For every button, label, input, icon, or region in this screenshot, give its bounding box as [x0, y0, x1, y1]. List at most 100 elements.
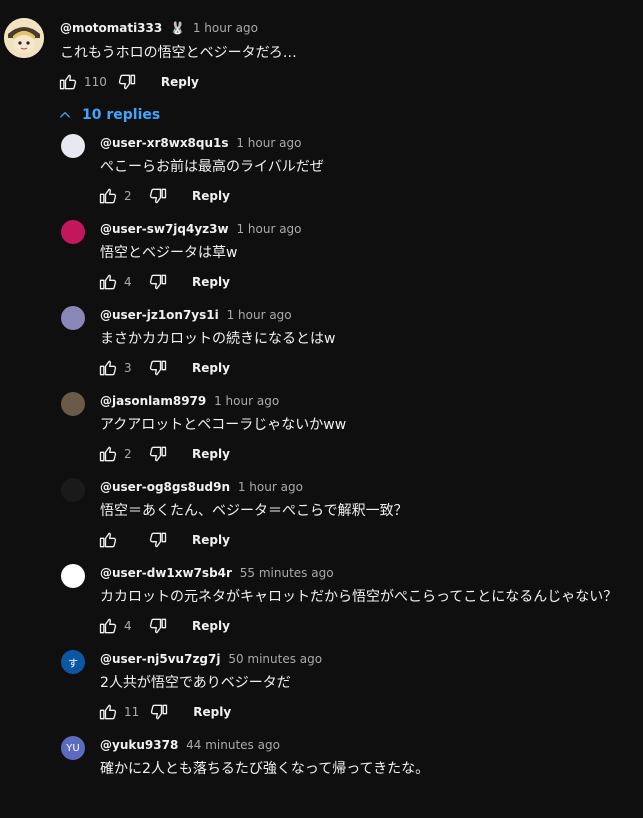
- comment-author[interactable]: @user-jz1on7ys1i: [100, 308, 219, 322]
- reply-comment: @user-xr8wx8qu1s 1 hour ago ぺこーらお前は最高のライ…: [0, 130, 643, 216]
- thumbs-down-icon: [118, 74, 136, 90]
- avatar-illustration-icon: [4, 18, 44, 58]
- like-button[interactable]: [96, 614, 120, 638]
- thumbs-up-icon: [99, 274, 117, 290]
- comment-author[interactable]: @motomati333: [60, 21, 162, 35]
- reply-button[interactable]: Reply: [192, 275, 230, 289]
- comment-time[interactable]: 1 hour ago: [236, 136, 301, 150]
- chevron-up-icon: [59, 111, 71, 118]
- avatar[interactable]: [61, 392, 85, 416]
- like-count: 110: [84, 75, 107, 89]
- comment-actions: 11 Reply: [96, 700, 231, 724]
- comment-actions: 4 Reply: [96, 270, 230, 294]
- thumbs-down-icon: [149, 446, 167, 462]
- comment-time[interactable]: 1 hour ago: [227, 308, 292, 322]
- avatar[interactable]: [61, 564, 85, 588]
- dislike-button[interactable]: [146, 442, 170, 466]
- comment-actions: Reply: [96, 528, 230, 552]
- reply-comment: @user-dw1xw7sb4r 55 minutes ago カカロットの元ネ…: [0, 560, 643, 646]
- reply-comment: す @user-nj5vu7zg7j 50 minutes ago 2人共が悟空…: [0, 646, 643, 732]
- comment-text: ぺこーらお前は最高のライバルだぜ: [100, 159, 324, 175]
- comment-time[interactable]: 50 minutes ago: [228, 652, 322, 666]
- reply-button[interactable]: Reply: [192, 189, 230, 203]
- comment-text: 悟空＝あくたん、ベジータ＝ぺこらで解釈一致？: [100, 503, 408, 519]
- thumbs-down-icon: [149, 532, 167, 548]
- dislike-button[interactable]: [146, 614, 170, 638]
- thumbs-down-icon: [151, 704, 168, 720]
- avatar[interactable]: す: [61, 650, 85, 674]
- like-button[interactable]: [96, 270, 120, 294]
- thumbs-down-icon: [149, 618, 167, 634]
- comment-text: 2人共が悟空でありベジータだ: [100, 675, 291, 691]
- avatar[interactable]: [61, 134, 85, 158]
- comment-text: まさかカカロットの続きになるとはw: [100, 331, 336, 347]
- reply-comment: @user-sw7jq4yz3w 1 hour ago 悟空とベジータは草w 4…: [0, 216, 643, 302]
- like-count: 4: [124, 275, 132, 289]
- comment-header: @user-xr8wx8qu1s 1 hour ago: [100, 136, 301, 150]
- like-button[interactable]: [96, 184, 120, 208]
- thumbs-up-icon: [99, 704, 117, 720]
- comment-author[interactable]: @jasonlam8979: [100, 394, 206, 408]
- thumbs-up-icon: [99, 188, 117, 204]
- reply-comment: YU @yuku9378 44 minutes ago 確かに2人とも落ちるたび…: [0, 732, 643, 818]
- like-count: 4: [124, 619, 132, 633]
- replies-toggle-button[interactable]: 10 replies: [58, 104, 160, 126]
- dislike-button[interactable]: [146, 356, 170, 380]
- avatar[interactable]: [61, 306, 85, 330]
- thumbs-up-icon: [99, 360, 117, 376]
- avatar[interactable]: [61, 478, 85, 502]
- comment-actions: 2 Reply: [96, 184, 230, 208]
- thumbs-up-icon: [59, 74, 77, 90]
- thumbs-up-icon: [99, 532, 117, 548]
- like-count: 11: [124, 705, 140, 719]
- dislike-button[interactable]: [146, 184, 170, 208]
- like-count: 2: [124, 189, 132, 203]
- avatar[interactable]: [61, 220, 85, 244]
- avatar[interactable]: [4, 18, 44, 58]
- like-button[interactable]: [96, 528, 120, 552]
- comment-text: アクアロットとペコーラじゃないかww: [100, 417, 347, 433]
- comment-header: @jasonlam8979 1 hour ago: [100, 394, 279, 408]
- comment-time[interactable]: 55 minutes ago: [240, 566, 334, 580]
- like-button[interactable]: [56, 70, 80, 94]
- comment-author[interactable]: @user-nj5vu7zg7j: [100, 652, 220, 666]
- comment-time[interactable]: 1 hour ago: [193, 21, 258, 35]
- comment-author[interactable]: @user-og8gs8ud9n: [100, 480, 230, 494]
- reply-button[interactable]: Reply: [193, 705, 231, 719]
- comment-text: カカロットの元ネタがキャロットだから悟空がぺこらってことになるんじゃない？: [100, 589, 618, 605]
- like-button[interactable]: [96, 442, 120, 466]
- reply-button[interactable]: Reply: [192, 619, 230, 633]
- comment-time[interactable]: 1 hour ago: [214, 394, 279, 408]
- avatar[interactable]: YU: [61, 736, 85, 760]
- comment-time[interactable]: 1 hour ago: [236, 222, 301, 236]
- comment-actions: 2 Reply: [96, 442, 230, 466]
- like-count: 2: [124, 447, 132, 461]
- comment-author[interactable]: @user-dw1xw7sb4r: [100, 566, 232, 580]
- avatar-initial: す: [68, 658, 78, 670]
- dislike-button[interactable]: [146, 270, 170, 294]
- like-button[interactable]: [96, 700, 120, 724]
- comment-header: @motomati333 🐰 1 hour ago: [60, 21, 258, 35]
- comment-author[interactable]: @user-sw7jq4yz3w: [100, 222, 229, 236]
- dislike-button[interactable]: [146, 528, 170, 552]
- comment-author[interactable]: @yuku9378: [100, 738, 178, 752]
- comment-header: @user-dw1xw7sb4r 55 minutes ago: [100, 566, 334, 580]
- comment-actions: 110 Reply: [56, 70, 199, 94]
- like-count: 3: [124, 361, 132, 375]
- comment-time[interactable]: 44 minutes ago: [186, 738, 280, 752]
- reply-button[interactable]: Reply: [192, 361, 230, 375]
- thumbs-up-icon: [99, 618, 117, 634]
- thumbs-down-icon: [149, 274, 167, 290]
- reply-comment: @jasonlam8979 1 hour ago アクアロットとペコーラじゃない…: [0, 388, 643, 474]
- dislike-button[interactable]: [147, 700, 171, 724]
- comment-header: @yuku9378 44 minutes ago: [100, 738, 280, 752]
- reply-button[interactable]: Reply: [192, 533, 230, 547]
- comment-actions: 4 Reply: [96, 614, 230, 638]
- comment-time[interactable]: 1 hour ago: [238, 480, 303, 494]
- reply-button[interactable]: Reply: [161, 75, 199, 89]
- thumbs-up-icon: [99, 446, 117, 462]
- comment-author[interactable]: @user-xr8wx8qu1s: [100, 136, 229, 150]
- like-button[interactable]: [96, 356, 120, 380]
- dislike-button[interactable]: [115, 70, 139, 94]
- reply-button[interactable]: Reply: [192, 447, 230, 461]
